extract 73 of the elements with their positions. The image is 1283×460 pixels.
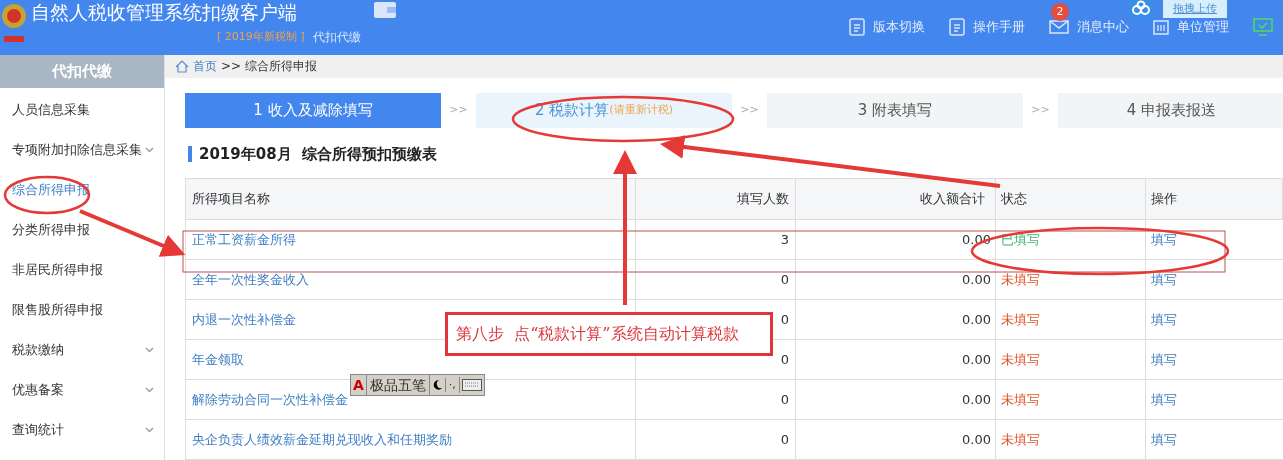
ime-mode[interactable]: A: [351, 374, 367, 396]
table-cell: 0.00: [796, 380, 996, 419]
item-link[interactable]: 年金领取: [192, 349, 244, 370]
document-icon: [849, 18, 865, 36]
fill-link[interactable]: 填写: [1146, 260, 1283, 299]
fill-link[interactable]: 填写: [1146, 300, 1283, 339]
keyboard-icon[interactable]: [461, 379, 482, 391]
table-cell: 0: [636, 420, 796, 459]
item-link[interactable]: 正常工资薪金所得: [192, 229, 296, 250]
module-label: 代扣代缴: [312, 29, 361, 46]
status-text: 未填写: [996, 380, 1146, 419]
step-tab[interactable]: 4 申报表报送: [1058, 92, 1283, 128]
table-cell: 0.00: [796, 300, 996, 339]
table-cell: 0.00: [796, 420, 996, 459]
item-link[interactable]: 内退一次性补偿金: [192, 309, 296, 330]
sidebar-item[interactable]: 分类所得申报: [0, 210, 164, 250]
fill-link[interactable]: 填写: [1146, 340, 1283, 379]
fill-link[interactable]: 填写: [1146, 380, 1283, 419]
table-cell: 0: [636, 380, 796, 419]
column-header: 状态: [996, 179, 1146, 219]
column-header: 收入额合计: [796, 179, 996, 219]
column-header: 操作: [1146, 179, 1283, 219]
status-text: 未填写: [996, 420, 1146, 459]
message-count-badge: 2: [1051, 3, 1069, 22]
status-text: 未填写: [996, 340, 1146, 379]
monitor-check-icon: [1253, 18, 1273, 36]
ime-name: 极品五笔: [366, 374, 430, 396]
sidebar-item[interactable]: 专项附加扣除信息采集: [0, 130, 164, 170]
sidebar-title: 代扣代缴: [0, 55, 164, 88]
app-title: 自然人税收管理系统扣缴客户端: [31, 0, 298, 24]
table-title: 2019年08月 综合所得预扣预缴表: [199, 143, 438, 165]
table-cell: 0: [636, 260, 796, 299]
fill-link[interactable]: 填写: [1146, 420, 1283, 459]
ime-punctuation[interactable]: ·,: [445, 376, 460, 394]
edition-label: [ 2019年新税制 ]: [217, 28, 305, 45]
fill-link[interactable]: 填写: [1146, 220, 1283, 259]
status-text: 未填写: [996, 260, 1146, 299]
sidebar-item[interactable]: 非居民所得申报: [0, 250, 164, 290]
document-icon: [949, 18, 965, 36]
step-tab[interactable]: 1 收入及减除填写: [185, 92, 441, 128]
column-header: 填写人数: [636, 179, 796, 219]
home-link[interactable]: 首页: [193, 57, 217, 76]
nav-link[interactable]: 操作手册: [973, 17, 1025, 37]
nav-link[interactable]: 单位管理: [1177, 17, 1229, 37]
sidebar-item[interactable]: 优惠备案: [0, 370, 164, 410]
sidebar-item[interactable]: 税款缴纳: [0, 330, 164, 370]
table-cell: 3: [636, 220, 796, 259]
step-separator: >>: [739, 101, 760, 118]
column-header: 所得项目名称: [186, 179, 636, 219]
wallet-icon: [372, 1, 397, 19]
item-link[interactable]: 央企负责人绩效薪金延期兑现收入和任期奖励: [192, 429, 452, 450]
status-text: 未填写: [996, 300, 1146, 339]
sidebar-item[interactable]: 人员信息采集: [0, 90, 164, 130]
sidebar-item[interactable]: 限售股所得申报: [0, 290, 164, 330]
step-separator: >>: [448, 101, 469, 118]
home-icon: [175, 59, 189, 73]
annotation-note: 第八步 点“税款计算”系统自动计算税款: [445, 312, 773, 356]
nav-link[interactable]: 版本切换: [873, 17, 925, 37]
mail-icon: [1049, 20, 1069, 34]
breadcrumb-separator: >>: [221, 58, 242, 76]
item-link[interactable]: 解除劳动合同一次性补偿金: [192, 389, 348, 410]
sidebar-item[interactable]: 查询统计: [0, 410, 164, 450]
ime-toolbar[interactable]: A 极品五笔 ·,: [350, 374, 485, 396]
table-cell: 0.00: [796, 340, 996, 379]
breadcrumb-current: 综合所得申报: [245, 58, 318, 76]
cloud-icon[interactable]: [1128, 0, 1154, 18]
table-cell: 0.00: [796, 260, 996, 299]
upload-button[interactable]: 拖拽上传: [1163, 0, 1227, 18]
item-link[interactable]: 全年一次性奖金收入: [192, 269, 309, 290]
step-separator: >>: [1030, 101, 1051, 118]
step-tab[interactable]: 3 附表填写: [767, 92, 1023, 128]
nav-link[interactable]: 消息中心: [1077, 17, 1129, 37]
building-icon: [1153, 19, 1169, 35]
